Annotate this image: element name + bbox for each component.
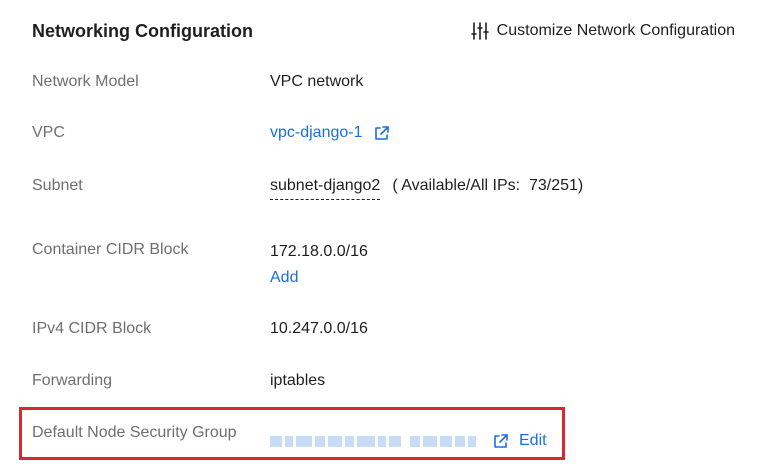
external-link-icon[interactable] <box>492 433 509 450</box>
row-container-cidr: Container CIDR Block 172.18.0.0/16 Add <box>32 239 742 289</box>
security-group-name-redacted <box>270 433 476 449</box>
subnet-label: Subnet <box>32 177 83 194</box>
container-cidr-label: Container CIDR Block <box>32 241 189 258</box>
ipv4-cidr-value: 10.247.0.0/16 <box>270 320 368 337</box>
row-ipv4-cidr: IPv4 CIDR Block 10.247.0.0/16 <box>32 318 742 340</box>
forwarding-label: Forwarding <box>32 372 113 389</box>
add-cidr-link[interactable]: Add <box>270 267 368 289</box>
ipv4-cidr-label: IPv4 CIDR Block <box>32 320 152 337</box>
subnet-ip-info: ( Available/All IPs: 73/251) <box>392 177 584 194</box>
row-network-model: Network Model VPC network <box>32 71 742 93</box>
row-vpc: VPC vpc-django-1 <box>32 122 742 144</box>
external-link-icon[interactable] <box>373 125 390 142</box>
forwarding-value: iptables <box>270 372 326 389</box>
container-cidr-value-group: 172.18.0.0/16 Add <box>270 239 368 289</box>
row-subnet: Subnet subnet-django2 ( Available/All IP… <box>32 175 742 200</box>
sliders-icon <box>470 21 489 41</box>
security-group-value-group: Edit <box>270 430 547 452</box>
row-forwarding: Forwarding iptables <box>32 370 742 392</box>
container-cidr-value: 172.18.0.0/16 <box>270 243 368 260</box>
edit-security-group-link[interactable]: Edit <box>519 430 547 452</box>
customize-network-button[interactable]: Customize Network Configuration <box>470 20 735 42</box>
vpc-label: VPC <box>32 124 65 141</box>
section-title: Networking Configuration <box>32 21 253 41</box>
customize-network-label: Customize Network Configuration <box>496 22 735 39</box>
subnet-value-group: subnet-django2 ( Available/All IPs: 73/2… <box>270 175 583 200</box>
security-group-label: Default Node Security Group <box>32 424 237 441</box>
subnet-name[interactable]: subnet-django2 <box>270 175 381 200</box>
row-security-group: Default Node Security Group Edit <box>32 422 742 452</box>
network-model-value: VPC network <box>270 73 364 90</box>
vpc-link[interactable]: vpc-django-1 <box>270 122 363 144</box>
network-model-label: Network Model <box>32 73 139 90</box>
vpc-value-group: vpc-django-1 <box>270 122 390 144</box>
networking-configuration-panel: Networking Configuration Customize Netwo… <box>0 0 763 472</box>
